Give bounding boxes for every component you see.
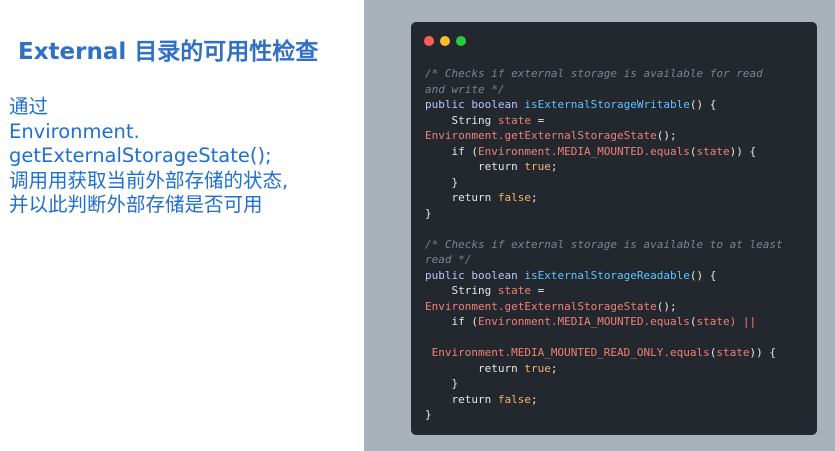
code-token-comment: and write */: [425, 82, 505, 96]
code-window: /* Checks if external storage is availab…: [411, 22, 817, 435]
code-token-comment: /* Checks if external storage is availab…: [425, 237, 783, 251]
code-token-literal: true: [524, 361, 551, 375]
description-line: getExternalStorageState();: [9, 144, 272, 167]
code-token-literal: false: [497, 191, 531, 204]
code-block: /* Checks if external storage is availab…: [425, 66, 783, 423]
code-token-variable: Environment.getExternalStorageState: [425, 299, 657, 313]
code-token-plain: }: [425, 206, 432, 220]
code-token-variable: state: [716, 346, 750, 359]
code-line: /* Checks if external storage is availab…: [425, 237, 783, 253]
code-token-plain: ;: [530, 392, 538, 406]
code-line: and write */: [425, 82, 783, 98]
code-token-variable: Environment.MEDIA_MOUNTED_READ_ONLY.equa…: [425, 346, 710, 359]
code-token-keyword: public boolean: [425, 268, 525, 282]
code-line: }: [425, 206, 783, 222]
code-token-function: isExternalStorageReadable: [524, 268, 690, 282]
code-token-comment: read */: [425, 253, 472, 266]
code-line: }: [425, 175, 783, 191]
slide-title: External 目录的可用性检查: [18, 39, 319, 65]
code-token-variable: state: [497, 113, 531, 127]
code-token-plain: ;: [550, 361, 558, 375]
code-token-literal: true: [524, 160, 551, 173]
minimize-dot-icon: [440, 36, 450, 46]
description-line: Environment.: [9, 119, 140, 143]
code-token-variable: Environment.MEDIA_MOUNTED.equals: [477, 144, 690, 158]
description-line: 调用用获取当前外部存储的状态,: [9, 168, 289, 192]
code-line: public boolean isExternalStorageReadable…: [425, 268, 783, 284]
code-token-function: isExternalStorageWritable: [524, 98, 690, 111]
code-token-plain: String: [425, 284, 498, 297]
code-line: return true;: [425, 159, 783, 175]
code-token-plain: return: [425, 160, 525, 173]
code-token-plain: ;: [530, 191, 538, 204]
code-token-keyword: public boolean: [425, 98, 525, 111]
code-token-plain: ();: [656, 129, 677, 142]
description-line: 并以此判断外部存储是否可用: [9, 193, 263, 216]
code-token-variable: ) ||: [729, 315, 757, 328]
code-token-variable: state: [696, 144, 730, 158]
code-token-variable: state: [497, 284, 531, 297]
code-token-plain: (: [689, 144, 697, 158]
code-token-plain: }: [425, 377, 459, 390]
code-line: String state =: [425, 283, 783, 299]
code-token-plain: }: [425, 175, 459, 189]
code-token-variable: state: [696, 315, 730, 328]
code-token-plain: return: [425, 361, 525, 375]
code-token-plain: () {: [689, 268, 717, 282]
code-token-plain: String: [425, 113, 498, 127]
code-token-plain: (: [689, 315, 697, 328]
close-dot-icon: [424, 36, 434, 46]
code-line: Environment.getExternalStorageState();: [425, 128, 783, 144]
code-token-plain: if (: [425, 315, 478, 328]
code-token-plain: )) {: [749, 346, 777, 359]
code-line: /* Checks if external storage is availab…: [425, 66, 783, 82]
code-token-plain: if (: [425, 144, 478, 158]
code-token-variable: Environment.MEDIA_MOUNTED.equals: [477, 315, 690, 328]
code-line: return false;: [425, 190, 783, 206]
description-line: 通过: [9, 95, 49, 118]
code-token-variable: Environment.getExternalStorageState: [425, 129, 657, 142]
code-line: }: [425, 407, 783, 423]
code-token-plain: ;: [550, 160, 558, 173]
code-token-plain: return: [425, 191, 498, 204]
code-token-literal: false: [497, 392, 531, 406]
window-controls: [424, 36, 466, 46]
code-line: }: [425, 376, 783, 392]
code-token-plain: ();: [656, 299, 677, 313]
code-line: Environment.MEDIA_MOUNTED_READ_ONLY.equa…: [425, 345, 783, 361]
code-line: public boolean isExternalStorageWritable…: [425, 97, 783, 113]
code-token-plain: return: [425, 392, 498, 406]
code-line: if (Environment.MEDIA_MOUNTED.equals(sta…: [425, 314, 783, 330]
code-token-comment: /* Checks if external storage is availab…: [425, 67, 763, 80]
code-line: return false;: [425, 392, 783, 408]
code-token-plain: =: [530, 113, 545, 127]
code-line: read */: [425, 252, 783, 268]
code-line: return true;: [425, 361, 783, 377]
code-token-plain: =: [530, 284, 545, 297]
code-token-plain: () {: [689, 98, 717, 111]
maximize-dot-icon: [456, 36, 466, 46]
code-line: Environment.getExternalStorageState();: [425, 299, 783, 315]
code-line: String state =: [425, 113, 783, 129]
code-token-plain: }: [425, 408, 432, 421]
code-token-plain: )) {: [729, 144, 757, 158]
description-text: 通过 Environment. getExternalStorageState(…: [9, 95, 359, 218]
code-line: if (Environment.MEDIA_MOUNTED.equals(sta…: [425, 144, 783, 160]
